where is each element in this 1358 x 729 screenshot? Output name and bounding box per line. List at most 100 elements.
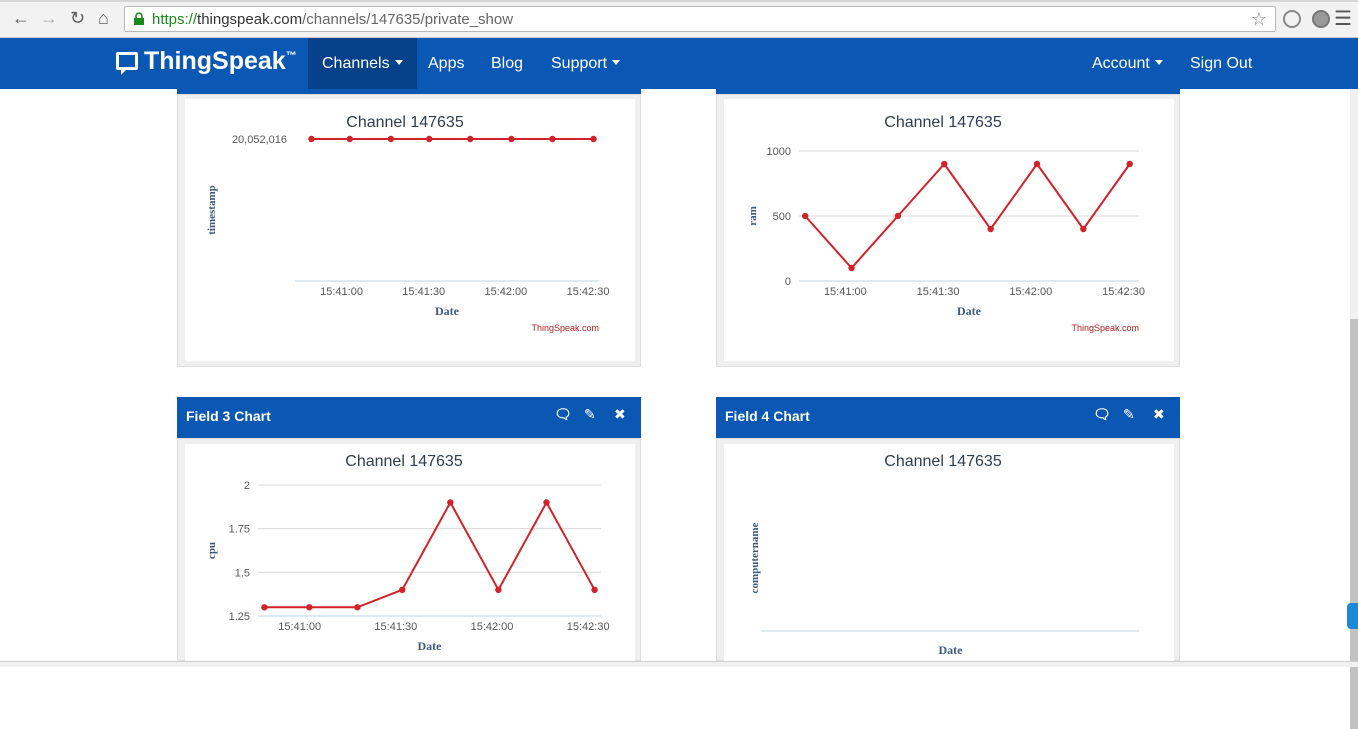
chart-frame: Channel 147635 computername Date <box>716 438 1180 662</box>
data-point <box>590 135 597 143</box>
data-point <box>354 604 361 611</box>
forward-icon[interactable]: → <box>40 8 58 28</box>
nav-sign-out[interactable]: Sign Out <box>1190 38 1252 89</box>
data-point <box>495 586 502 593</box>
y-tick-label: 20,052,016 <box>232 134 287 146</box>
y-axis-label: computername <box>749 522 761 593</box>
chart-title: Channel 147635 <box>884 453 1002 470</box>
chevron-down-icon <box>394 60 403 65</box>
data-point <box>508 135 515 143</box>
x-tick-label: 15:41:00 <box>824 286 867 298</box>
nav-channels-label: Channels <box>322 55 390 72</box>
pencil-icon[interactable]: ✎ <box>584 406 596 423</box>
chart-frame: Channel 147635 timestamp Date ThingSpeak.co… <box>177 94 641 367</box>
nav-account[interactable]: Account <box>1092 38 1163 89</box>
series-line <box>264 500 596 609</box>
brand-name: ThingSpeak <box>144 47 286 75</box>
y-axis-label: ram <box>747 206 759 226</box>
comment-icon[interactable]: 🗨 <box>554 406 572 423</box>
data-point <box>261 604 268 611</box>
data-point <box>399 586 406 593</box>
data-point <box>894 212 902 220</box>
y-axis-label: cpu <box>206 542 218 559</box>
data-point <box>467 135 474 143</box>
field4-chart: Channel 147635 computername Date <box>749 453 1139 657</box>
x-tick-label: 15:41:30 <box>374 621 417 633</box>
brand-logo[interactable]: ThingSpeak™ <box>116 47 297 76</box>
field3-panel: Field 3 Chart 🗨 ✎ ✖ Channel 147635 cpu Dat… <box>177 397 641 662</box>
y-tick-label: 2 <box>244 480 250 492</box>
data-point <box>941 160 948 168</box>
chart-title: Channel 147635 <box>346 114 464 131</box>
wordpress-icon[interactable] <box>1312 10 1330 28</box>
comment-icon[interactable]: 🗨 <box>1093 406 1111 423</box>
field2-chart: Channel 147635 ram Date ThingSpeak.com 0 500 1… <box>747 114 1145 333</box>
browser-bottom-edge <box>0 661 1358 667</box>
panel-header: Field 3 Chart 🗨 ✎ ✖ <box>177 397 641 438</box>
url-scheme: https:// <box>152 11 198 28</box>
address-bar[interactable]: https://thingspeak.com/channels/147635/p… <box>124 6 1276 32</box>
extension-icon[interactable] <box>1283 10 1301 28</box>
y-tick-label: 1.25 <box>229 611 250 623</box>
data-point <box>543 499 550 506</box>
nav-blog[interactable]: Blog <box>491 38 523 89</box>
x-axis-label: Date <box>435 304 460 318</box>
nav-blog-label: Blog <box>491 55 524 72</box>
tab-strip <box>0 0 1358 2</box>
home-icon[interactable]: ⌂ <box>98 8 109 28</box>
nav-sign-out-label: Sign Out <box>1190 55 1253 72</box>
data-point <box>801 212 809 220</box>
data-point <box>549 135 556 143</box>
feedback-widget[interactable] <box>1347 603 1358 629</box>
close-icon[interactable]: ✖ <box>1153 406 1165 423</box>
chart-area: Channel 147635 ram Date ThingSpeak.com 0 500 1… <box>724 99 1174 361</box>
chart-area: Channel 147635 cpu Date 1.25 1.5 1.75 2 15:41:0… <box>185 444 635 662</box>
nav-channels[interactable]: Channels <box>308 38 417 89</box>
url-path: /channels/147635/private_show <box>302 11 514 28</box>
pencil-icon[interactable]: ✎ <box>1123 406 1135 423</box>
field1-panel: Channel 147635 timestamp Date ThingSpeak.co… <box>177 89 641 367</box>
nav-apps-label: Apps <box>428 55 465 72</box>
menu-icon[interactable]: ☰ <box>1334 6 1352 31</box>
nav-support-label: Support <box>551 55 608 72</box>
y-tick-label: 1.5 <box>235 567 250 579</box>
data-point <box>306 604 313 611</box>
x-tick-label: 15:42:00 <box>1009 286 1052 298</box>
x-tick-label: 15:41:00 <box>278 621 321 633</box>
data-point <box>425 135 433 143</box>
nav-apps[interactable]: Apps <box>428 38 464 89</box>
site-navbar: ThingSpeak™ Channels Apps Blog Support A… <box>0 38 1358 89</box>
x-tick-label: 15:42:00 <box>471 621 514 633</box>
back-icon[interactable]: ← <box>12 8 30 28</box>
close-icon[interactable]: ✖ <box>614 406 626 423</box>
field1-chart: Channel 147635 timestamp Date ThingSpeak.co… <box>206 114 610 333</box>
page-scrollbar[interactable] <box>1350 89 1358 729</box>
field3-chart: Channel 147635 cpu Date 1.25 1.5 1.75 2 15:41:0… <box>206 453 610 653</box>
y-tick-label: 1000 <box>767 146 791 158</box>
chevron-down-icon <box>612 60 621 65</box>
chart-credit: ThingSpeak.com <box>1071 323 1139 333</box>
x-tick-label: 15:42:30 <box>567 286 610 298</box>
reload-icon[interactable]: ↻ <box>70 8 85 28</box>
panel-title: Field 3 Chart <box>186 408 271 424</box>
scrollbar-thumb[interactable] <box>1350 319 1358 729</box>
chevron-down-icon <box>1154 60 1163 65</box>
lock-icon <box>134 12 144 25</box>
bookmark-star-icon[interactable]: ☆ <box>1251 9 1267 30</box>
panel-header: Field 4 Chart 🗨 ✎ ✖ <box>716 397 1180 438</box>
x-axis-label: Date <box>957 304 982 318</box>
data-point <box>1033 160 1041 168</box>
x-tick-label: 15:42:30 <box>567 621 610 633</box>
y-tick-label: 500 <box>773 211 791 223</box>
x-tick-label: 15:42:30 <box>1102 286 1145 298</box>
field2-panel: Channel 147635 ram Date ThingSpeak.com 0 500 1… <box>716 89 1180 367</box>
x-tick-label: 15:41:00 <box>320 286 363 298</box>
data-point <box>591 586 598 593</box>
chart-title: Channel 147635 <box>345 453 463 470</box>
data-point <box>346 135 353 143</box>
nav-support[interactable]: Support <box>551 38 621 89</box>
data-point <box>1126 160 1133 168</box>
chart-frame: Channel 147635 cpu Date 1.25 1.5 1.75 2 15:41:0… <box>177 438 641 662</box>
y-axis-label: timestamp <box>206 185 218 235</box>
data-point <box>387 135 395 143</box>
